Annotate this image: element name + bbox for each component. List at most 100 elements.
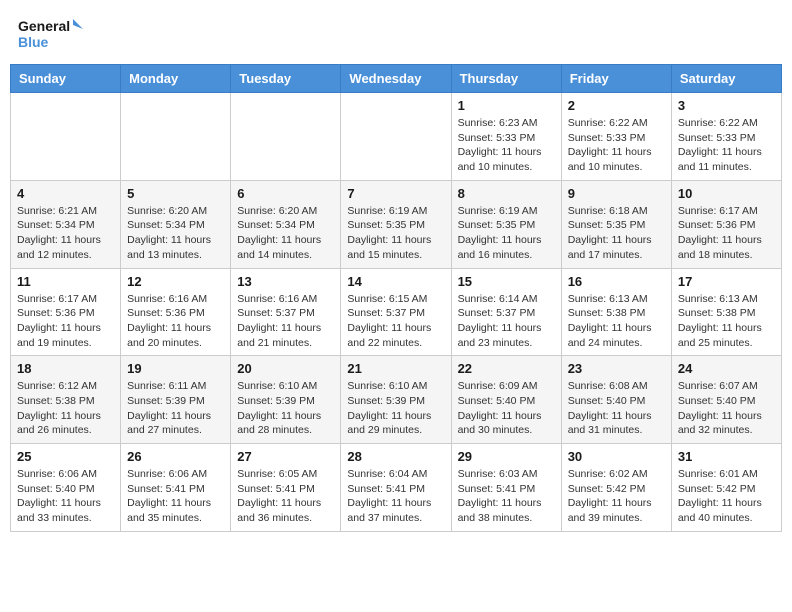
day-info: Sunrise: 6:10 AM Sunset: 5:39 PM Dayligh… (347, 379, 444, 438)
day-info: Sunrise: 6:19 AM Sunset: 5:35 PM Dayligh… (347, 204, 444, 263)
day-number: 18 (17, 361, 114, 376)
calendar-cell: 19Sunrise: 6:11 AM Sunset: 5:39 PM Dayli… (121, 356, 231, 444)
calendar-cell: 29 Sunrise: 6:03 AM Sunset: 5:41 PM Dayli… (451, 444, 561, 532)
day-number: 25 (17, 449, 114, 464)
calendar-cell: 25 Sunrise: 6:06 AM Sunset: 5:40 PM Dayli… (11, 444, 121, 532)
day-number: 7 (347, 186, 444, 201)
day-number: 9 (568, 186, 665, 201)
day-info: Sunrise: 6:13 AM Sunset: 5:38 PM Dayligh… (678, 292, 775, 351)
day-info: Sunrise: 6:01 AM Sunset: 5:42 PM Dayligh… (678, 467, 775, 526)
day-number: 6 (237, 186, 334, 201)
day-info: Sunrise: 6:03 AM Sunset: 5:41 PM Dayligh… (458, 467, 555, 526)
day-info: Sunrise: 6:06 AM Sunset: 5:41 PM Dayligh… (127, 467, 224, 526)
logo-svg: GeneralBlue (18, 14, 88, 54)
weekday-header-row: SundayMondayTuesdayWednesdayThursdayFrid… (11, 65, 782, 93)
calendar-cell: 4 Sunrise: 6:21 AM Sunset: 5:34 PM Daylig… (11, 180, 121, 268)
day-info: Sunrise: 6:14 AM Sunset: 5:37 PM Dayligh… (458, 292, 555, 351)
day-info: Sunrise: 6:16 AM Sunset: 5:37 PM Dayligh… (237, 292, 334, 351)
calendar-cell: 22 Sunrise: 6:09 AM Sunset: 5:40 PM Dayli… (451, 356, 561, 444)
week-row-1: 1 Sunrise: 6:23 AM Sunset: 5:33 PM Daylig… (11, 93, 782, 181)
calendar-cell: 20 Sunrise: 6:10 AM Sunset: 5:39 PM Dayli… (231, 356, 341, 444)
calendar-cell: 17 Sunrise: 6:13 AM Sunset: 5:38 PM Dayli… (671, 268, 781, 356)
day-number: 16 (568, 274, 665, 289)
day-info: Sunrise: 6:16 AM Sunset: 5:36 PM Dayligh… (127, 292, 224, 351)
header: GeneralBlue (10, 10, 782, 58)
weekday-header-thursday: Thursday (451, 65, 561, 93)
day-info: Sunrise: 6:21 AM Sunset: 5:34 PM Dayligh… (17, 204, 114, 263)
svg-text:Blue: Blue (18, 34, 49, 50)
day-info: Sunrise: 6:20 AM Sunset: 5:34 PM Dayligh… (127, 204, 224, 263)
day-number: 11 (17, 274, 114, 289)
day-info: Sunrise: 6:18 AM Sunset: 5:35 PM Dayligh… (568, 204, 665, 263)
day-number: 20 (237, 361, 334, 376)
day-number: 4 (17, 186, 114, 201)
day-info: Sunrise: 6:22 AM Sunset: 5:33 PM Dayligh… (678, 116, 775, 175)
calendar-cell (11, 93, 121, 181)
day-number: 21 (347, 361, 444, 376)
weekday-header-sunday: Sunday (11, 65, 121, 93)
calendar-cell: 12 Sunrise: 6:16 AM Sunset: 5:36 PM Dayli… (121, 268, 231, 356)
calendar-table: SundayMondayTuesdayWednesdayThursdayFrid… (10, 64, 782, 532)
day-number: 13 (237, 274, 334, 289)
day-number: 5 (127, 186, 224, 201)
day-info: Sunrise: 6:23 AM Sunset: 5:33 PM Dayligh… (458, 116, 555, 175)
calendar-cell: 1 Sunrise: 6:23 AM Sunset: 5:33 PM Daylig… (451, 93, 561, 181)
calendar-cell: 16Sunrise: 6:13 AM Sunset: 5:38 PM Dayli… (561, 268, 671, 356)
day-info: Sunrise: 6:06 AM Sunset: 5:40 PM Dayligh… (17, 467, 114, 526)
day-info: Sunrise: 6:04 AM Sunset: 5:41 PM Dayligh… (347, 467, 444, 526)
day-info: Sunrise: 6:12 AM Sunset: 5:38 PM Dayligh… (17, 379, 114, 438)
day-info: Sunrise: 6:19 AM Sunset: 5:35 PM Dayligh… (458, 204, 555, 263)
calendar-cell: 10Sunrise: 6:17 AM Sunset: 5:36 PM Dayli… (671, 180, 781, 268)
day-number: 8 (458, 186, 555, 201)
calendar-cell (341, 93, 451, 181)
weekday-header-monday: Monday (121, 65, 231, 93)
day-number: 28 (347, 449, 444, 464)
calendar-cell: 9 Sunrise: 6:18 AM Sunset: 5:35 PM Daylig… (561, 180, 671, 268)
calendar-cell (121, 93, 231, 181)
day-number: 30 (568, 449, 665, 464)
day-info: Sunrise: 6:02 AM Sunset: 5:42 PM Dayligh… (568, 467, 665, 526)
calendar-cell: 15Sunrise: 6:14 AM Sunset: 5:37 PM Dayli… (451, 268, 561, 356)
day-number: 31 (678, 449, 775, 464)
day-number: 29 (458, 449, 555, 464)
calendar-cell: 18 Sunrise: 6:12 AM Sunset: 5:38 PM Dayli… (11, 356, 121, 444)
logo: GeneralBlue (18, 14, 88, 54)
week-row-5: 25 Sunrise: 6:06 AM Sunset: 5:40 PM Dayli… (11, 444, 782, 532)
day-info: Sunrise: 6:09 AM Sunset: 5:40 PM Dayligh… (458, 379, 555, 438)
calendar-cell: 6 Sunrise: 6:20 AM Sunset: 5:34 PM Daylig… (231, 180, 341, 268)
calendar-cell: 24Sunrise: 6:07 AM Sunset: 5:40 PM Dayli… (671, 356, 781, 444)
svg-text:General: General (18, 18, 70, 34)
calendar-cell: 8 Sunrise: 6:19 AM Sunset: 5:35 PM Daylig… (451, 180, 561, 268)
week-row-3: 11Sunrise: 6:17 AM Sunset: 5:36 PM Dayli… (11, 268, 782, 356)
day-info: Sunrise: 6:20 AM Sunset: 5:34 PM Dayligh… (237, 204, 334, 263)
day-number: 22 (458, 361, 555, 376)
calendar-cell (231, 93, 341, 181)
calendar-cell: 31 Sunrise: 6:01 AM Sunset: 5:42 PM Dayli… (671, 444, 781, 532)
weekday-header-saturday: Saturday (671, 65, 781, 93)
day-info: Sunrise: 6:10 AM Sunset: 5:39 PM Dayligh… (237, 379, 334, 438)
calendar-cell: 26 Sunrise: 6:06 AM Sunset: 5:41 PM Dayli… (121, 444, 231, 532)
calendar-cell: 23 Sunrise: 6:08 AM Sunset: 5:40 PM Dayli… (561, 356, 671, 444)
week-row-4: 18 Sunrise: 6:12 AM Sunset: 5:38 PM Dayli… (11, 356, 782, 444)
day-info: Sunrise: 6:05 AM Sunset: 5:41 PM Dayligh… (237, 467, 334, 526)
day-number: 26 (127, 449, 224, 464)
day-info: Sunrise: 6:22 AM Sunset: 5:33 PM Dayligh… (568, 116, 665, 175)
day-number: 3 (678, 98, 775, 113)
day-info: Sunrise: 6:08 AM Sunset: 5:40 PM Dayligh… (568, 379, 665, 438)
calendar-cell: 21 Sunrise: 6:10 AM Sunset: 5:39 PM Dayli… (341, 356, 451, 444)
weekday-header-friday: Friday (561, 65, 671, 93)
calendar-cell: 14Sunrise: 6:15 AM Sunset: 5:37 PM Dayli… (341, 268, 451, 356)
day-info: Sunrise: 6:17 AM Sunset: 5:36 PM Dayligh… (678, 204, 775, 263)
week-row-2: 4 Sunrise: 6:21 AM Sunset: 5:34 PM Daylig… (11, 180, 782, 268)
day-number: 27 (237, 449, 334, 464)
calendar-cell: 3 Sunrise: 6:22 AM Sunset: 5:33 PM Daylig… (671, 93, 781, 181)
day-number: 23 (568, 361, 665, 376)
day-number: 1 (458, 98, 555, 113)
day-number: 17 (678, 274, 775, 289)
calendar-cell: 11Sunrise: 6:17 AM Sunset: 5:36 PM Dayli… (11, 268, 121, 356)
day-info: Sunrise: 6:07 AM Sunset: 5:40 PM Dayligh… (678, 379, 775, 438)
weekday-header-tuesday: Tuesday (231, 65, 341, 93)
calendar-cell: 5 Sunrise: 6:20 AM Sunset: 5:34 PM Daylig… (121, 180, 231, 268)
day-number: 12 (127, 274, 224, 289)
calendar-cell: 13 Sunrise: 6:16 AM Sunset: 5:37 PM Dayli… (231, 268, 341, 356)
